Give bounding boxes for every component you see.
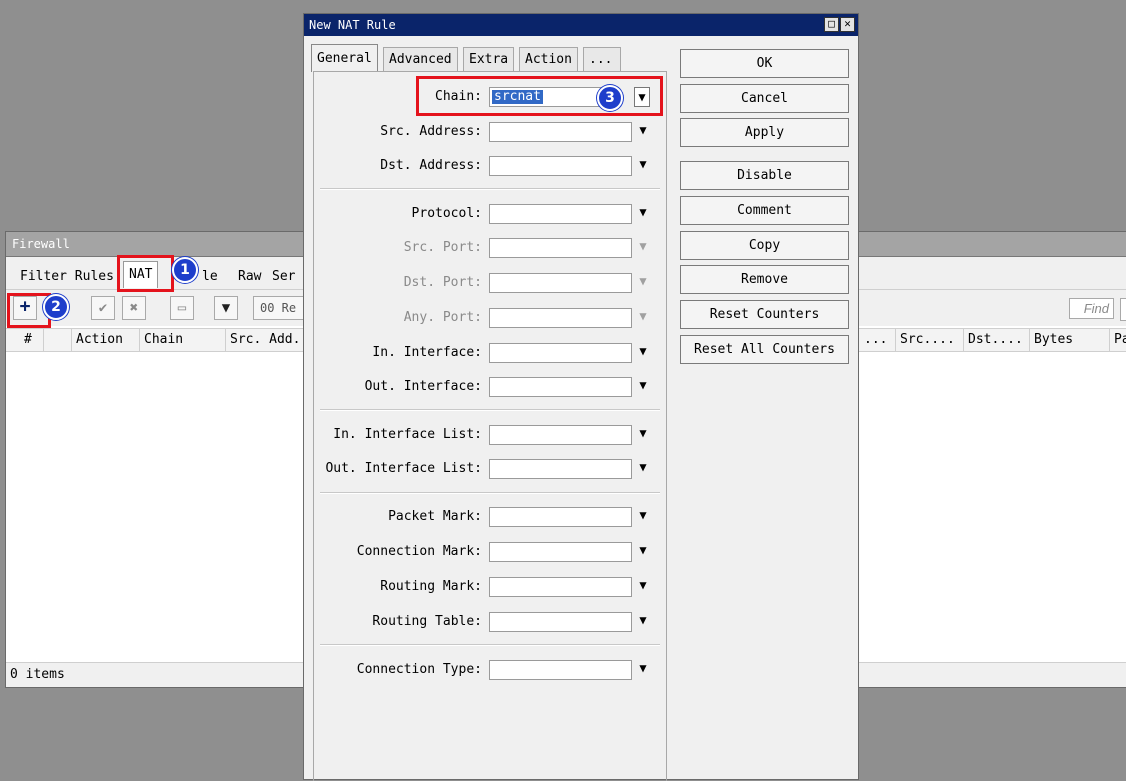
tab-mangle[interactable]: le bbox=[196, 265, 224, 287]
remove-button[interactable]: Remove bbox=[680, 265, 849, 294]
connection-mark-dropdown-icon[interactable]: ▼ bbox=[636, 540, 650, 560]
col-action[interactable]: Action bbox=[72, 329, 140, 351]
in-interface-list-label: In. Interface List: bbox=[333, 427, 482, 442]
comment-icon[interactable]: ▭ bbox=[170, 296, 194, 320]
col-flags[interactable] bbox=[44, 329, 72, 351]
annotation-box-chain-field bbox=[416, 76, 663, 116]
separator bbox=[320, 492, 660, 494]
filter-icon[interactable]: ▼ bbox=[214, 296, 238, 320]
col-number[interactable]: # bbox=[6, 329, 44, 351]
annotation-badge-2: 2 bbox=[43, 294, 69, 320]
in-interface-dropdown-icon[interactable]: ▼ bbox=[636, 341, 650, 361]
tab-more[interactable]: ... bbox=[583, 47, 621, 71]
in-interface-input[interactable] bbox=[489, 343, 632, 363]
disable-icon[interactable]: ✖ bbox=[122, 296, 146, 320]
general-tab-panel: Chain: srcnat ▼ Src. Address: ▼ Dst. Add… bbox=[313, 71, 667, 781]
any-port-label: Any. Port: bbox=[403, 310, 482, 325]
col-packets[interactable]: Pa bbox=[1110, 329, 1126, 351]
src-port-dropdown-icon[interactable]: ▼ bbox=[636, 236, 650, 256]
protocol-label: Protocol: bbox=[411, 206, 482, 221]
routing-table-input[interactable] bbox=[489, 612, 632, 632]
reset-counters-dialog-button[interactable]: Reset Counters bbox=[680, 300, 849, 329]
comment-button[interactable]: Comment bbox=[680, 196, 849, 225]
dialog-title: New NAT Rule □ ✕ bbox=[304, 14, 858, 36]
annotation-box-nat-tab bbox=[117, 255, 174, 292]
routing-table-dropdown-icon[interactable]: ▼ bbox=[636, 610, 650, 630]
out-interface-label: Out. Interface: bbox=[364, 379, 482, 394]
src-address-label: Src. Address: bbox=[380, 124, 482, 139]
routing-mark-dropdown-icon[interactable]: ▼ bbox=[636, 575, 650, 595]
dst-port-dropdown-icon[interactable]: ▼ bbox=[636, 271, 650, 291]
src-port-input[interactable] bbox=[489, 238, 632, 258]
src-address-dropdown-icon[interactable]: ▼ bbox=[636, 120, 650, 140]
annotation-badge-1: 1 bbox=[172, 257, 198, 283]
routing-table-label: Routing Table: bbox=[372, 614, 482, 629]
out-interface-dropdown-icon[interactable]: ▼ bbox=[636, 375, 650, 395]
find-input[interactable]: Find bbox=[1069, 298, 1114, 319]
tab-extra[interactable]: Extra bbox=[463, 47, 515, 71]
out-interface-list-label: Out. Interface List: bbox=[325, 461, 482, 476]
dst-address-input[interactable] bbox=[489, 156, 632, 176]
separator bbox=[320, 409, 660, 411]
separator bbox=[320, 188, 660, 190]
connection-type-dropdown-icon[interactable]: ▼ bbox=[636, 658, 650, 678]
enable-icon[interactable]: ✔ bbox=[91, 296, 115, 320]
tab-filter-rules[interactable]: Filter Rules bbox=[14, 265, 120, 287]
close-icon[interactable]: ✕ bbox=[840, 17, 855, 32]
tab-service-ports[interactable]: Ser bbox=[266, 265, 301, 287]
out-interface-list-dropdown-icon[interactable]: ▼ bbox=[636, 457, 650, 477]
col-more[interactable]: ... bbox=[860, 329, 896, 351]
protocol-dropdown-icon[interactable]: ▼ bbox=[636, 202, 650, 222]
packet-mark-input[interactable] bbox=[489, 507, 632, 527]
new-nat-rule-dialog: New NAT Rule □ ✕ General Advanced Extra … bbox=[303, 13, 859, 781]
col-src-port[interactable]: Src.... bbox=[896, 329, 964, 351]
connection-mark-input[interactable] bbox=[489, 542, 632, 562]
packet-mark-label: Packet Mark: bbox=[388, 509, 482, 524]
dst-port-label: Dst. Port: bbox=[403, 275, 482, 290]
dst-address-label: Dst. Address: bbox=[380, 158, 482, 173]
dialog-title-text: New NAT Rule bbox=[309, 18, 396, 32]
protocol-input[interactable] bbox=[489, 204, 632, 224]
annotation-badge-3: 3 bbox=[597, 85, 623, 111]
out-interface-list-input[interactable] bbox=[489, 459, 632, 479]
connection-type-label: Connection Type: bbox=[356, 662, 482, 677]
dst-port-input[interactable] bbox=[489, 273, 632, 293]
in-interface-list-dropdown-icon[interactable]: ▼ bbox=[636, 423, 650, 443]
cancel-button[interactable]: Cancel bbox=[680, 84, 849, 113]
disable-button[interactable]: Disable bbox=[680, 161, 849, 190]
col-bytes[interactable]: Bytes bbox=[1030, 329, 1110, 351]
col-chain[interactable]: Chain bbox=[140, 329, 226, 351]
copy-button[interactable]: Copy bbox=[680, 231, 849, 260]
apply-button[interactable]: Apply bbox=[680, 118, 849, 147]
tab-raw[interactable]: Raw bbox=[232, 265, 267, 287]
tab-general[interactable]: General bbox=[311, 44, 378, 72]
separator bbox=[320, 644, 660, 646]
out-interface-input[interactable] bbox=[489, 377, 632, 397]
find-scope-select[interactable] bbox=[1120, 298, 1126, 321]
ok-button[interactable]: OK bbox=[680, 49, 849, 78]
src-address-input[interactable] bbox=[489, 122, 632, 142]
connection-mark-label: Connection Mark: bbox=[356, 544, 482, 559]
reset-all-counters-button[interactable]: Reset All Counters bbox=[680, 335, 849, 364]
connection-type-input[interactable] bbox=[489, 660, 632, 680]
col-src-address[interactable]: Src. Add. bbox=[226, 329, 304, 351]
any-port-input[interactable] bbox=[489, 308, 632, 328]
routing-mark-input[interactable] bbox=[489, 577, 632, 597]
src-port-label: Src. Port: bbox=[403, 240, 482, 255]
tab-advanced[interactable]: Advanced bbox=[383, 47, 458, 71]
col-dst-port[interactable]: Dst.... bbox=[964, 329, 1030, 351]
in-interface-label: In. Interface: bbox=[372, 345, 482, 360]
dst-address-dropdown-icon[interactable]: ▼ bbox=[636, 154, 650, 174]
maximize-icon[interactable]: □ bbox=[824, 17, 839, 32]
routing-mark-label: Routing Mark: bbox=[380, 579, 482, 594]
packet-mark-dropdown-icon[interactable]: ▼ bbox=[636, 505, 650, 525]
in-interface-list-input[interactable] bbox=[489, 425, 632, 445]
tab-action[interactable]: Action bbox=[519, 47, 578, 71]
any-port-dropdown-icon[interactable]: ▼ bbox=[636, 306, 650, 326]
